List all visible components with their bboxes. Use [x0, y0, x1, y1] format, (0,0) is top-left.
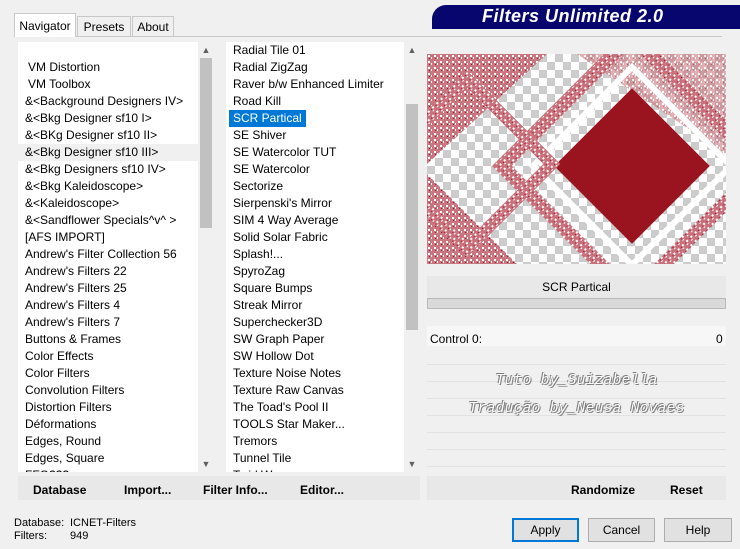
filter-item[interactable]: SE Shiver — [226, 127, 286, 144]
filter-item[interactable]: SCR Partical — [229, 110, 306, 127]
filter-item[interactable]: Road Kill — [226, 93, 281, 110]
filter-item[interactable]: SIM 4 Way Average — [226, 212, 338, 229]
scroll-up-icon[interactable]: ▲ — [405, 43, 419, 57]
reset-button[interactable]: Reset — [670, 483, 703, 497]
filter-scrollbar[interactable]: ▲ ▼ — [404, 42, 420, 472]
tab-navigator[interactable]: Navigator — [14, 13, 76, 37]
control-value: 0 — [716, 332, 723, 346]
filter-item[interactable]: Texture Raw Canvas — [226, 382, 344, 399]
category-item[interactable]: Convolution Filters — [18, 382, 205, 399]
filter-item[interactable]: SpyroZag — [226, 263, 285, 280]
editor-button[interactable]: Editor... — [300, 483, 344, 497]
database-button[interactable]: Database — [33, 483, 86, 497]
database-value: ICNET-Filters — [70, 517, 136, 529]
app-title: Filters Unlimited 2.0 — [482, 6, 664, 26]
filter-item[interactable]: Streak Mirror — [226, 297, 302, 314]
filter-item[interactable]: Square Bumps — [226, 280, 312, 297]
category-item[interactable]: Andrew's Filters 4 — [18, 297, 205, 314]
filter-preview — [427, 54, 726, 264]
control-label: Control 0: — [430, 332, 483, 346]
filter-item[interactable]: Radial Tile 01 — [226, 42, 306, 59]
filter-item[interactable]: Solid Solar Fabric — [226, 229, 328, 246]
category-item[interactable]: Andrew's Filters 22 — [18, 263, 205, 280]
cancel-button[interactable]: Cancel — [588, 518, 655, 542]
category-item[interactable]: Color Filters — [18, 365, 205, 382]
filter-item[interactable]: Splash!... — [226, 246, 283, 263]
tab-label: Navigator — [19, 19, 71, 33]
category-item[interactable]: &<Bkg Designers sf10 IV> — [18, 161, 205, 178]
category-item[interactable]: &<Bkg Designer sf10 I> — [18, 110, 205, 127]
category-item[interactable]: Andrew's Filters 7 — [18, 314, 205, 331]
progress-bar — [427, 298, 726, 309]
database-label: Database: — [14, 517, 65, 529]
category-item[interactable]: &<Background Designers IV> — [18, 93, 205, 110]
filter-item[interactable]: SE Watercolor TUT — [226, 144, 336, 161]
filter-item[interactable]: Sierpenski's Mirror — [226, 195, 332, 212]
scroll-up-icon[interactable]: ▲ — [199, 43, 213, 57]
category-item[interactable]: Buttons & Frames — [18, 331, 205, 348]
category-list[interactable]: VM Distortion VM Toolbox &<Background Desi… — [18, 42, 214, 472]
filter-item[interactable]: TOOLS Star Maker... — [226, 416, 345, 433]
category-scrollbar[interactable]: ▲ ▼ — [198, 42, 214, 472]
tab-presets[interactable]: Presets — [77, 16, 131, 36]
category-item[interactable]: Distortion Filters — [18, 399, 205, 416]
category-item[interactable]: [AFS IMPORT] — [18, 229, 205, 246]
tab-label: About — [137, 20, 169, 34]
tab-divider — [14, 36, 722, 37]
tab-label: Presets — [83, 20, 125, 34]
category-item[interactable]: Déformations — [18, 416, 205, 433]
filter-item[interactable]: Texture Noise Notes — [226, 365, 341, 382]
scroll-down-icon[interactable]: ▼ — [405, 457, 419, 471]
filter-info-button[interactable]: Filter Info... — [203, 483, 268, 497]
filter-item[interactable]: Tremors — [226, 433, 277, 450]
category-item[interactable]: &<Bkg Kaleidoscope> — [18, 178, 205, 195]
filters-count: 949 — [70, 530, 89, 542]
category-item[interactable]: FFG??? — [18, 467, 205, 472]
filter-list[interactable]: Radial Tile 01 Radial ZigZag Raver b/w Enh… — [226, 42, 420, 472]
tab-about[interactable]: About — [132, 16, 174, 36]
category-item[interactable]: Edges, Round — [18, 433, 205, 450]
filter-item[interactable]: Radial ZigZag — [226, 59, 308, 76]
scroll-thumb[interactable] — [200, 58, 212, 228]
filters-label: Filters: — [14, 530, 47, 542]
category-item[interactable]: VM Distortion — [18, 59, 208, 76]
apply-button[interactable]: Apply — [512, 518, 579, 542]
category-item[interactable]: &<Sandflower Specials^v^ > — [18, 212, 205, 229]
watermark-line1: Tuto by_Suizabella — [495, 372, 658, 389]
watermark-line2: Tradução by_Neusa Novaes — [468, 400, 685, 417]
scroll-thumb[interactable] — [406, 104, 418, 330]
category-item[interactable]: VM Toolbox — [18, 76, 208, 93]
filter-name: SCR Partical — [542, 280, 611, 294]
scroll-down-icon[interactable]: ▼ — [199, 457, 213, 471]
filter-item[interactable]: Raver b/w Enhanced Limiter — [226, 76, 384, 93]
filter-item[interactable]: Sectorize — [226, 178, 283, 195]
category-item[interactable]: Andrew's Filters 25 — [18, 280, 205, 297]
category-item[interactable]: &<Kaleidoscope> — [18, 195, 205, 212]
filter-item[interactable]: SW Graph Paper — [226, 331, 324, 348]
category-item[interactable]: &<Bkg Designer sf10 III> — [18, 144, 205, 161]
filter-item[interactable]: Superchecker3D — [226, 314, 322, 331]
help-button[interactable]: Help — [664, 518, 732, 542]
randomize-button[interactable]: Randomize — [571, 483, 635, 497]
category-item[interactable]: Color Effects — [18, 348, 205, 365]
category-item[interactable]: &<BKg Designer sf10 II> — [18, 127, 205, 144]
import-button[interactable]: Import... — [124, 483, 171, 497]
filter-item[interactable]: SE Watercolor — [226, 161, 310, 178]
category-item[interactable]: Edges, Square — [18, 450, 205, 467]
category-item[interactable]: Andrew's Filter Collection 56 — [18, 246, 205, 263]
filter-item[interactable]: SW Hollow Dot — [226, 348, 314, 365]
filter-item[interactable]: Twirl Wave — [226, 467, 291, 472]
filter-item[interactable]: The Toad's Pool II — [226, 399, 328, 416]
filter-item[interactable]: Tunnel Tile — [226, 450, 291, 467]
